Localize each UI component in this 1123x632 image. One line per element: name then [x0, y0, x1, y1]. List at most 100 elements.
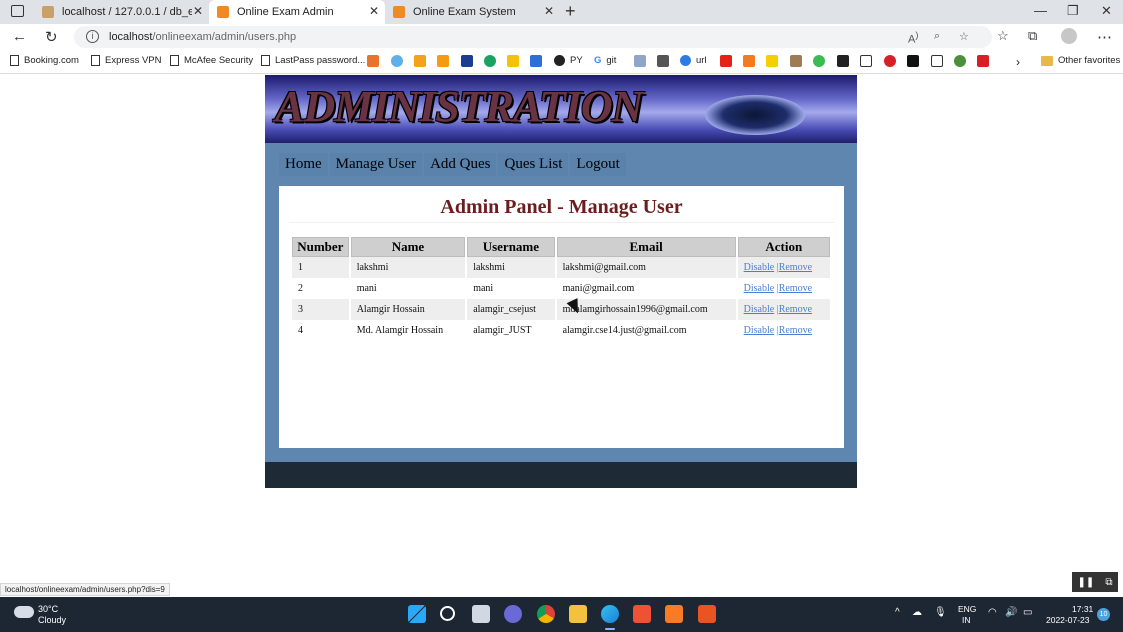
weather-description[interactable]: Cloudy [38, 615, 66, 625]
bookmark-icon[interactable] [414, 55, 426, 67]
cloud-icon[interactable] [14, 606, 34, 618]
remove-link[interactable]: Remove [779, 262, 812, 273]
bookmark-icon[interactable] [507, 55, 519, 67]
bookmark-github-py[interactable]: PY [554, 55, 583, 66]
remove-link[interactable]: Remove [779, 304, 812, 315]
bookmark-icon[interactable] [766, 55, 778, 67]
bookmark-icon[interactable] [461, 55, 473, 67]
start-icon[interactable] [408, 605, 426, 623]
menu-home[interactable]: Home [279, 153, 328, 176]
disable-link[interactable]: Disable [744, 325, 775, 336]
chrome-icon[interactable] [537, 605, 555, 623]
bookmark-icon[interactable] [484, 55, 496, 67]
refresh-icon[interactable]: ↻ [45, 28, 58, 46]
onedrive-icon[interactable]: ☁ [912, 607, 922, 618]
bookmark-icon[interactable] [907, 55, 919, 67]
remove-link[interactable]: Remove [779, 325, 812, 336]
bookmark-booking[interactable]: Booking.com [10, 55, 79, 66]
search-icon[interactable] [440, 606, 455, 621]
cell-email: alamgir.cse14.just@gmail.com [556, 320, 736, 341]
read-aloud-icon[interactable]: A) [908, 30, 918, 46]
bookmark-express-vpn[interactable]: Express VPN [91, 55, 162, 66]
sublime-icon[interactable] [698, 605, 716, 623]
collections-icon[interactable]: ⧉ [1028, 28, 1037, 44]
bookmark-icon[interactable] [954, 55, 966, 67]
picture-in-picture-icon[interactable]: ⧉ [1105, 577, 1112, 588]
file-explorer-icon[interactable] [569, 605, 587, 623]
bookmark-google-git[interactable]: Ggit [594, 55, 616, 66]
page-icon[interactable] [931, 55, 943, 67]
minimize-icon[interactable]: — [1034, 3, 1047, 18]
close-icon[interactable]: ✕ [369, 4, 379, 18]
menu-ques-list[interactable]: Ques List [498, 153, 569, 176]
bookmark-icon[interactable] [657, 55, 669, 67]
close-icon[interactable]: ✕ [193, 4, 203, 18]
tab-actions-icon[interactable] [11, 5, 24, 17]
tab-online-exam-system[interactable]: Online Exam System ✕ [385, 0, 560, 24]
bookmark-lastpass[interactable]: LastPass password... [261, 55, 365, 66]
zoom-icon[interactable]: ⌕ [934, 30, 940, 43]
close-icon[interactable]: ✕ [544, 4, 554, 18]
git-icon[interactable] [633, 605, 651, 623]
back-icon[interactable]: ← [12, 28, 27, 45]
bookmark-icon[interactable] [837, 55, 849, 67]
restore-icon[interactable]: ❐ [1067, 3, 1079, 19]
microphone-icon[interactable]: 🎙 [934, 607, 947, 618]
bookmark-icon[interactable] [813, 55, 825, 67]
favorite-add-icon[interactable]: ☆ [959, 30, 969, 43]
bookmark-icon[interactable] [391, 55, 403, 67]
bookmark-mcafee[interactable]: McAfee Security [170, 55, 253, 66]
menu-manage-user[interactable]: Manage User [329, 153, 423, 176]
cell-action: Disable |Remove [737, 257, 830, 278]
chevron-right-icon[interactable]: › [1016, 55, 1020, 69]
bookmark-icon[interactable] [634, 55, 646, 67]
bookmark-icon[interactable] [367, 55, 379, 67]
clock-date[interactable]: 2022-07-23 [1046, 615, 1089, 625]
page-icon[interactable] [860, 55, 872, 67]
notification-badge[interactable]: 10 [1097, 608, 1110, 621]
other-favorites[interactable]: Other favorites [1041, 55, 1120, 66]
bookmark-icon[interactable] [437, 55, 449, 67]
profile-avatar[interactable] [1061, 28, 1077, 44]
window-close-icon[interactable]: ✕ [1101, 3, 1112, 19]
info-icon[interactable]: i [86, 30, 99, 43]
xampp-icon[interactable] [665, 605, 683, 623]
teams-chat-icon[interactable] [504, 605, 522, 623]
cell-email: lakshmi@gmail.com [556, 257, 736, 278]
menu-logout[interactable]: Logout [570, 153, 626, 176]
disable-link[interactable]: Disable [744, 304, 775, 315]
edge-icon[interactable] [601, 605, 619, 623]
new-tab-icon[interactable]: + [565, 1, 576, 22]
bookmark-icon[interactable] [790, 55, 802, 67]
chevron-up-icon[interactable]: ^ [895, 607, 900, 618]
language-indicator[interactable]: ENG [958, 604, 976, 614]
more-menu-icon[interactable]: ⋯ [1097, 28, 1112, 46]
remove-link[interactable]: Remove [779, 283, 812, 294]
favorites-icon[interactable]: ☆ [997, 28, 1009, 44]
airtel-icon[interactable] [977, 55, 989, 67]
menu-add-ques[interactable]: Add Ques [424, 153, 497, 176]
youtube-icon[interactable] [720, 55, 732, 67]
volume-icon[interactable]: 🔊 [1005, 607, 1017, 618]
pause-icon[interactable]: ❚❚ [1078, 577, 1095, 588]
tab-phpmyadmin[interactable]: localhost / 127.0.0.1 / db_exam | ✕ [34, 0, 209, 24]
bookmark-icon[interactable] [530, 55, 542, 67]
disable-link[interactable]: Disable [744, 262, 775, 273]
wifi-icon[interactable]: ◠ [988, 607, 997, 618]
clock-time[interactable]: 17:31 [1072, 604, 1093, 614]
address-bar[interactable]: i localhost/onlineexam/admin/users.php A… [74, 26, 992, 48]
url-text[interactable]: localhost/onlineexam/admin/users.php [109, 31, 296, 43]
task-view-icon[interactable] [472, 605, 490, 623]
bookmark-url[interactable]: url [680, 55, 707, 66]
heart-icon[interactable] [884, 55, 896, 67]
tab-online-exam-admin[interactable]: Online Exam Admin ✕ [209, 0, 385, 24]
cell-number: 2 [292, 278, 349, 299]
battery-icon[interactable]: ▭ [1023, 607, 1032, 618]
phpmyadmin-favicon-icon [42, 6, 54, 18]
weather-temperature[interactable]: 30°C [38, 604, 58, 614]
bookmark-label: git [606, 55, 617, 66]
language-region[interactable]: IN [962, 615, 971, 625]
site-container: ADMINISTRATION Home Manage User Add Ques… [265, 75, 857, 488]
bookmark-icon[interactable] [743, 55, 755, 67]
disable-link[interactable]: Disable [744, 283, 775, 294]
